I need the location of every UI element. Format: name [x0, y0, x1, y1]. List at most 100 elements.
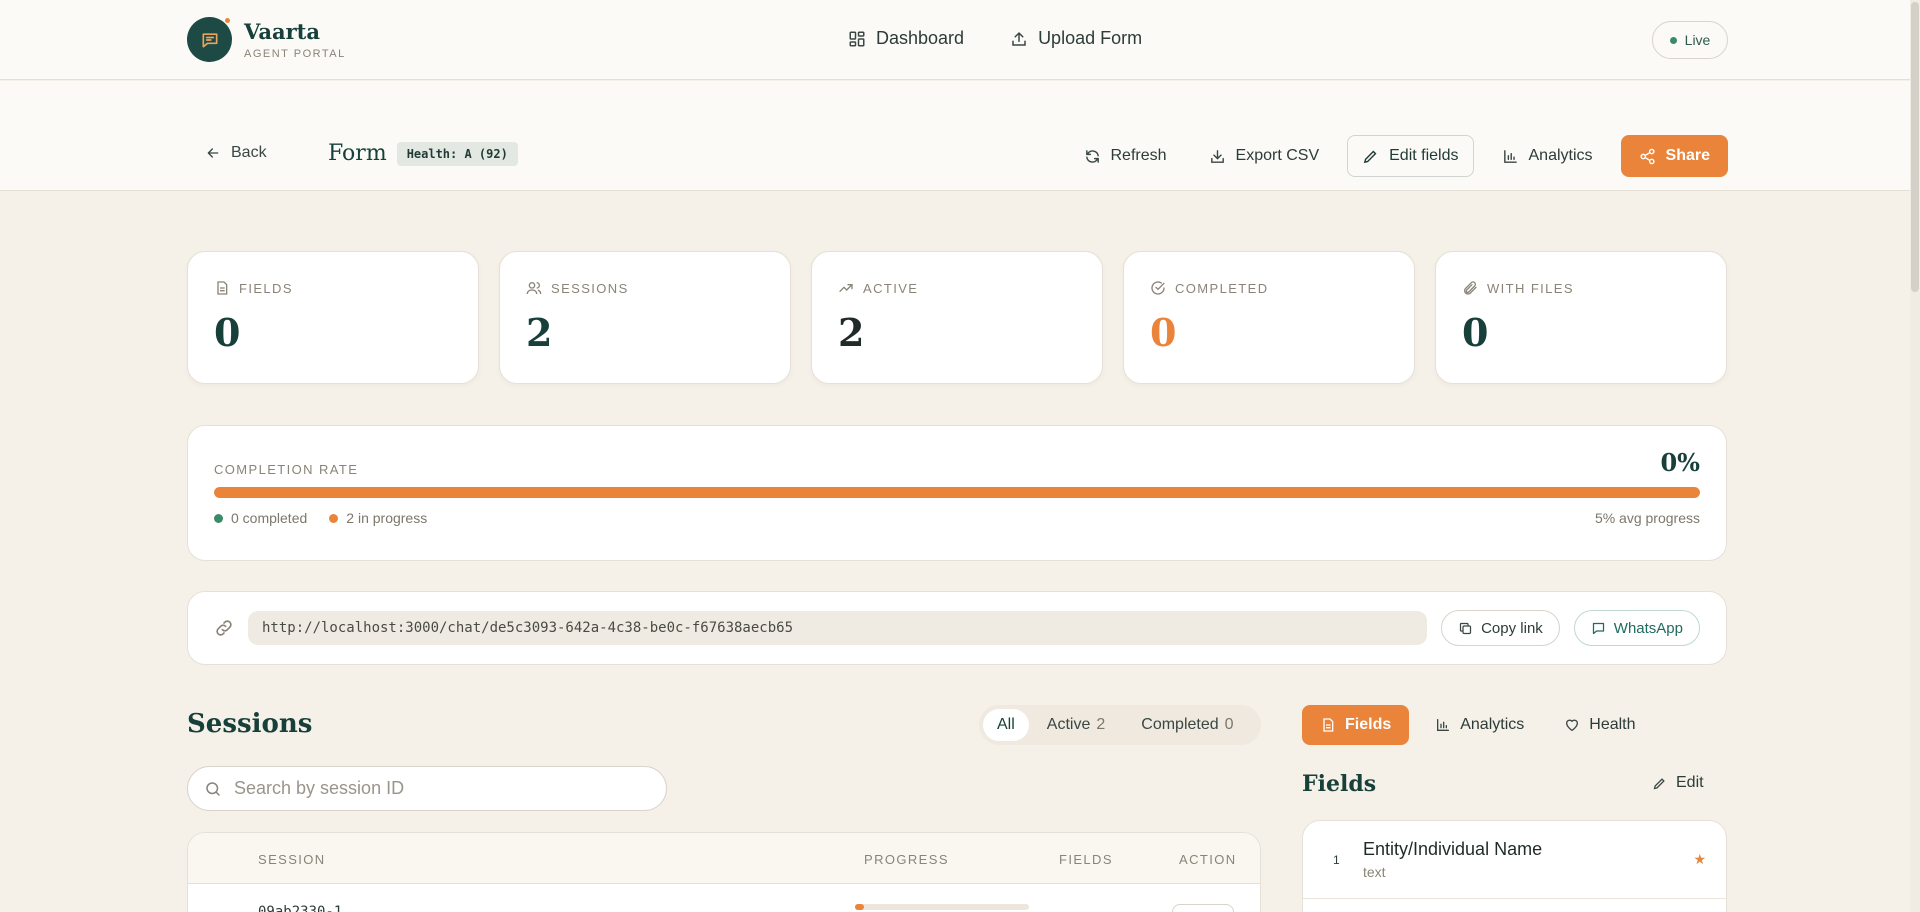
session-search — [187, 766, 667, 811]
brand-name: Vaarta — [244, 19, 320, 44]
field-number: 1 — [1333, 853, 1340, 867]
back-button[interactable]: Back — [205, 144, 267, 162]
form-header: Back Form Health: A (92) Refresh Export … — [0, 81, 1920, 191]
pencil-icon — [1362, 148, 1379, 165]
message-icon — [1591, 621, 1606, 636]
stat-value: 0 — [214, 310, 241, 355]
brand-subtitle: AGENT PORTAL — [244, 48, 346, 60]
chat-icon — [187, 17, 232, 62]
filter-completed-label: Completed — [1141, 716, 1219, 733]
heart-icon — [1564, 717, 1580, 733]
link-icon — [214, 618, 234, 638]
live-label: Live — [1684, 32, 1711, 48]
bar-chart-icon — [1435, 717, 1451, 733]
completion-rate-card: COMPLETION RATE 0% 0 completed 2 in prog… — [187, 425, 1727, 561]
legend-completed-label: 0 completed — [231, 510, 308, 526]
stat-value: 0 — [1150, 310, 1177, 355]
tab-analytics-label: Analytics — [1460, 716, 1525, 733]
paperclip-icon — [1462, 280, 1478, 296]
table-header: SESSION PROGRESS FIELDS ACTION — [188, 833, 1260, 884]
share-url[interactable]: http://localhost:3000/chat/de5c3093-642a… — [248, 611, 1428, 645]
stat-label: WITH FILES — [1487, 280, 1574, 296]
field-type: text — [1363, 864, 1386, 880]
filter-active-count: 2 — [1096, 716, 1106, 733]
document-icon — [1320, 717, 1336, 733]
pencil-icon — [1652, 776, 1667, 791]
export-label: Export CSV — [1235, 147, 1320, 164]
legend-in-progress-label: 2 in progress — [346, 510, 428, 526]
filter-completed-count: 0 — [1224, 716, 1234, 733]
filter-active-label: Active — [1046, 716, 1091, 733]
stat-label: FIELDS — [239, 280, 293, 296]
tab-health[interactable]: Health — [1550, 705, 1649, 745]
whatsapp-label: WhatsApp — [1613, 619, 1683, 637]
session-filter: All Active 2 Completed 0 — [979, 705, 1261, 745]
back-label: Back — [231, 144, 267, 161]
completion-label: COMPLETION RATE — [214, 462, 359, 477]
analytics-button[interactable]: Analytics — [1488, 135, 1607, 177]
top-navigation: Vaarta AGENT PORTAL Dashboard Upload For… — [0, 0, 1920, 80]
bar-chart-icon — [1502, 148, 1519, 165]
export-csv-button[interactable]: Export CSV — [1195, 135, 1334, 177]
filter-completed[interactable]: Completed 0 — [1123, 709, 1251, 741]
filter-all[interactable]: All — [983, 709, 1029, 741]
whatsapp-button[interactable]: WhatsApp — [1573, 610, 1700, 646]
check-circle-icon — [1150, 280, 1166, 296]
share-button[interactable]: Share — [1620, 135, 1728, 177]
col-progress: PROGRESS — [864, 852, 949, 867]
fields-title: Fields — [1302, 771, 1377, 797]
stat-label: ACTIVE — [863, 280, 919, 296]
completion-progress-bar — [214, 487, 1700, 498]
required-star-icon: ★ — [1693, 851, 1706, 867]
page-scrollbar[interactable] — [1910, 0, 1920, 912]
nav-dashboard-label: Dashboard — [876, 28, 965, 48]
nav-upload-label: Upload Form — [1038, 28, 1143, 48]
copy-link-button[interactable]: Copy link — [1441, 610, 1560, 646]
stat-value: 2 — [838, 310, 865, 355]
tab-fields[interactable]: Fields — [1302, 705, 1410, 745]
document-icon — [214, 280, 230, 296]
refresh-icon — [1084, 148, 1101, 165]
fields-list: 1 Entity/Individual Name text ★ — [1302, 820, 1727, 912]
edit-label: Edit — [1676, 774, 1704, 791]
session-id: 09ab2330-1 — [258, 904, 343, 912]
stat-card-fields: FIELDS 0 — [187, 251, 479, 384]
table-row[interactable]: 09ab2330-1 — [188, 884, 1260, 912]
scrollbar-thumb[interactable] — [1911, 2, 1919, 292]
refresh-button[interactable]: Refresh — [1070, 135, 1181, 177]
legend-completed: 0 completed — [214, 510, 307, 526]
list-item[interactable]: 1 Entity/Individual Name text ★ — [1303, 821, 1726, 899]
stat-value: 2 — [526, 310, 553, 355]
stat-card-completed: COMPLETED 0 — [1123, 251, 1415, 384]
refresh-label: Refresh — [1110, 147, 1167, 164]
nav-dashboard[interactable]: Dashboard — [848, 28, 964, 49]
stat-value: 0 — [1462, 310, 1489, 355]
edit-fields-button[interactable]: Edit fields — [1347, 135, 1474, 177]
session-progress-fill — [855, 904, 864, 910]
share-link-card: http://localhost:3000/chat/de5c3093-642a… — [187, 591, 1727, 665]
health-badge: Health: A (92) — [396, 141, 518, 166]
notification-dot — [224, 17, 231, 24]
search-input[interactable] — [234, 778, 650, 799]
tab-health-label: Health — [1589, 716, 1636, 733]
col-action: ACTION — [1179, 852, 1237, 867]
users-icon — [526, 280, 542, 296]
view-session-button[interactable] — [1172, 904, 1234, 912]
brand[interactable]: Vaarta AGENT PORTAL — [187, 17, 346, 62]
stat-card-sessions: SESSIONS 2 — [499, 251, 791, 384]
green-dot-icon — [214, 513, 223, 523]
tab-fields-label: Fields — [1345, 716, 1392, 733]
nav-upload-form[interactable]: Upload Form — [1010, 28, 1142, 49]
stats-row: FIELDS 0 SESSIONS 2 ACTIVE 2 COMPLETED 0 — [187, 251, 1727, 384]
upload-icon — [1010, 30, 1028, 48]
stat-card-with-files: WITH FILES 0 — [1435, 251, 1727, 384]
analytics-label: Analytics — [1528, 147, 1593, 164]
copy-link-label: Copy link — [1481, 619, 1543, 637]
stat-card-active: ACTIVE 2 — [811, 251, 1103, 384]
edit-fields-link[interactable]: Edit — [1652, 774, 1704, 792]
filter-active[interactable]: Active 2 — [1029, 709, 1123, 741]
share-icon — [1639, 148, 1656, 165]
avg-progress: 5% avg progress — [1594, 510, 1700, 526]
tab-analytics[interactable]: Analytics — [1421, 705, 1538, 745]
field-name: Entity/Individual Name — [1363, 839, 1543, 859]
